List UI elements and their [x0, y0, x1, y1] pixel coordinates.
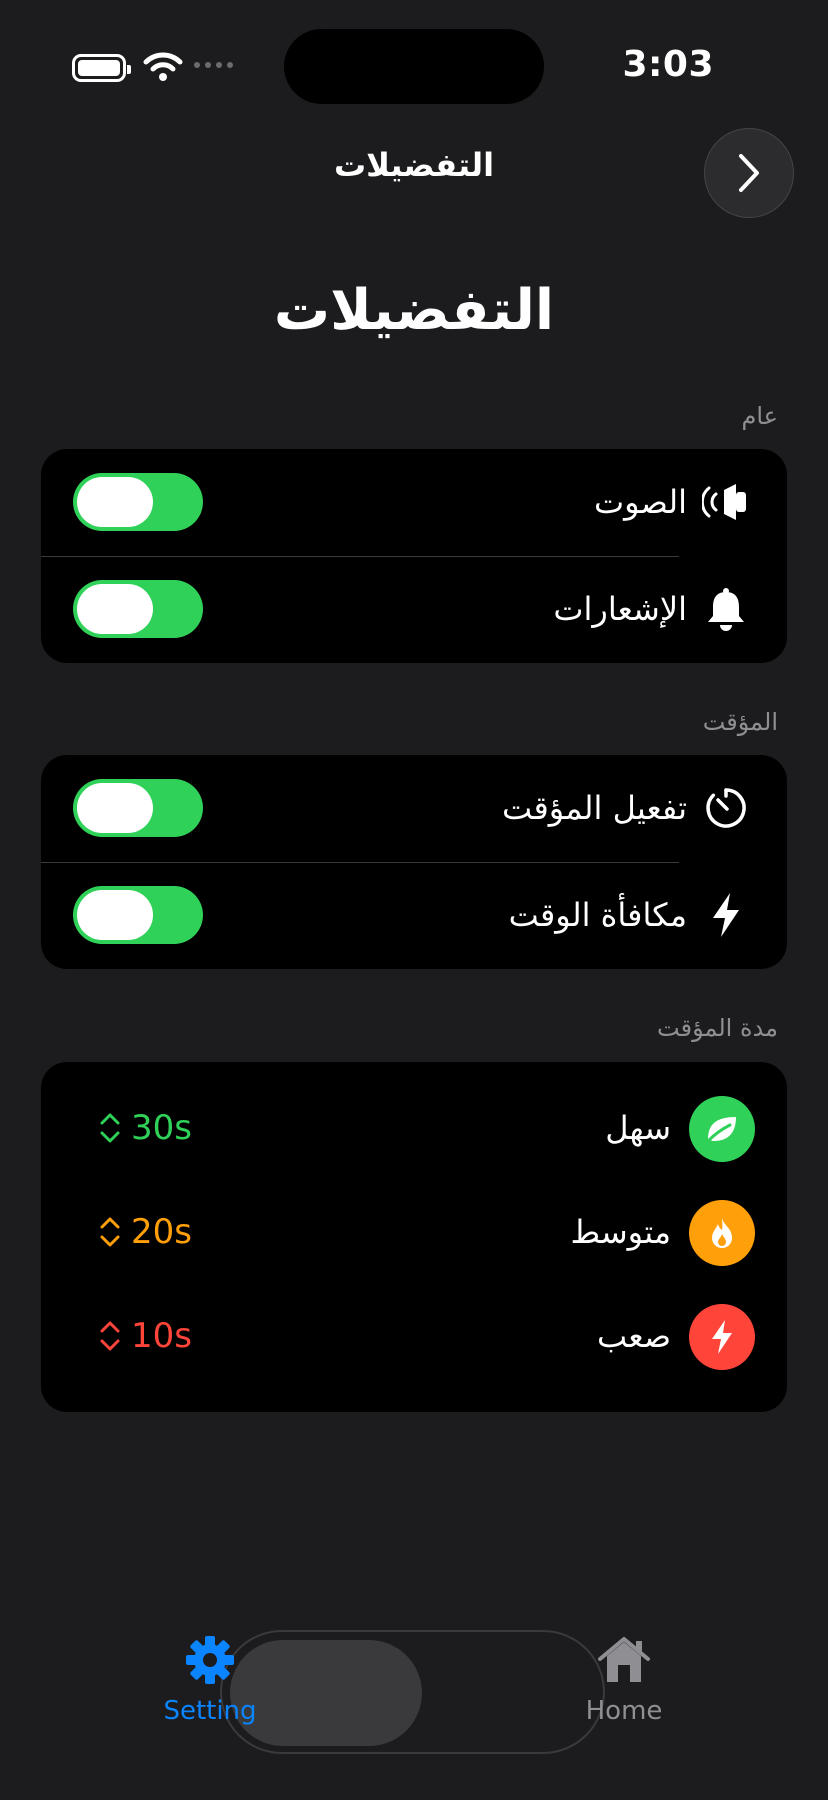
general-card: الصوت الإشعارات [41, 449, 787, 663]
medium-duration-stepper[interactable]: 20s [99, 1202, 192, 1262]
enable-timer-toggle[interactable] [73, 779, 203, 837]
timer-card: تفعيل المؤقت مكافأة الوقت [41, 755, 787, 969]
duration-card: سهل 30s متوسط 20s صعب 10s [41, 1062, 787, 1412]
speaker-icon [699, 475, 753, 529]
chevron-updown-icon [100, 1321, 120, 1351]
tab-label: Setting [163, 1696, 257, 1726]
flame-icon [689, 1200, 755, 1266]
row-time-bonus: مكافأة الوقت [41, 862, 787, 969]
row-easy: سهل 30s [41, 1076, 787, 1180]
section-header-duration: مدة المؤقت [657, 1014, 778, 1042]
back-button[interactable] [704, 128, 794, 218]
difficulty-label: صعب [596, 1317, 671, 1355]
row-sound: الصوت [41, 449, 787, 556]
duration-value: 20s [131, 1212, 192, 1252]
duration-value: 10s [131, 1316, 192, 1356]
row-label: مكافأة الوقت [508, 896, 687, 934]
leaf-icon [689, 1096, 755, 1162]
difficulty-label: متوسط [570, 1213, 671, 1251]
hard-duration-stepper[interactable]: 10s [99, 1306, 192, 1366]
time-bonus-toggle[interactable] [73, 886, 203, 944]
house-icon [554, 1630, 694, 1690]
row-label: الصوت [593, 483, 687, 521]
gear-icon [140, 1630, 280, 1690]
signal-dots [194, 62, 233, 68]
difficulty-label: سهل [605, 1109, 671, 1147]
battery-icon [72, 54, 131, 82]
bell-icon [699, 582, 753, 636]
row-enable-timer: تفعيل المؤقت [41, 755, 787, 862]
section-header-timer: المؤقت [702, 708, 778, 736]
section-header-general: عام [741, 402, 779, 430]
row-label: الإشعارات [553, 590, 687, 628]
bolt-icon [689, 1304, 755, 1370]
row-hard: صعب 10s [41, 1284, 787, 1388]
chevron-updown-icon [100, 1113, 120, 1143]
wifi-icon [143, 50, 183, 86]
tab-setting[interactable]: Setting [140, 1630, 280, 1726]
tab-home[interactable]: Home [554, 1630, 694, 1726]
row-label: تفعيل المؤقت [502, 789, 687, 827]
sound-toggle[interactable] [73, 473, 203, 531]
page-title: التفضيلات [273, 278, 555, 343]
tab-label: Home [585, 1696, 663, 1726]
timer-icon [699, 781, 753, 835]
status-time: 3:03 [622, 44, 714, 85]
row-notifications: الإشعارات [41, 556, 787, 663]
chevron-updown-icon [100, 1217, 120, 1247]
chevron-right-icon [739, 154, 759, 192]
dynamic-island [284, 29, 544, 104]
row-medium: متوسط 20s [41, 1180, 787, 1284]
bolt-icon [699, 888, 753, 942]
duration-value: 30s [131, 1108, 192, 1148]
easy-duration-stepper[interactable]: 30s [99, 1098, 192, 1158]
notifications-toggle[interactable] [73, 580, 203, 638]
